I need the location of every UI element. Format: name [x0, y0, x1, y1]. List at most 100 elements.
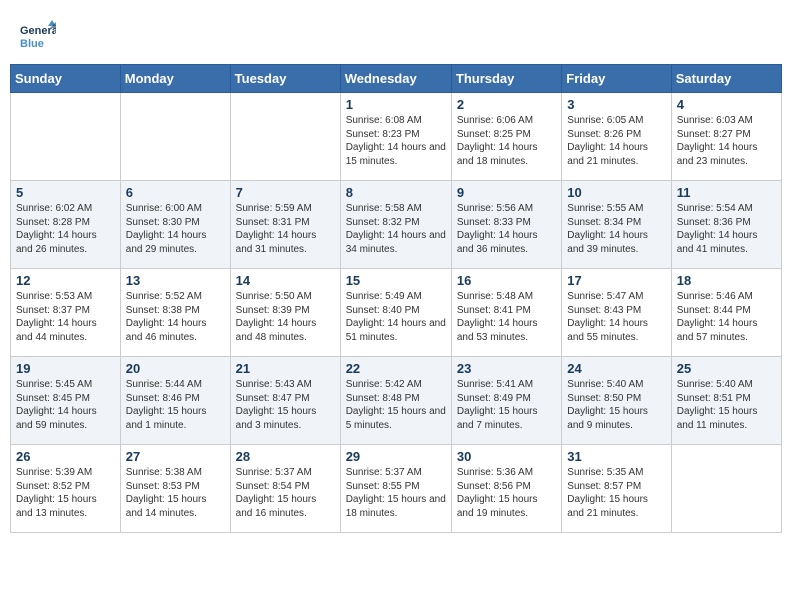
- calendar-cell: 17 Sunrise: 5:47 AM Sunset: 8:43 PM Dayli…: [562, 269, 671, 357]
- logo-icon: General Blue: [20, 18, 56, 54]
- page-header: General Blue: [10, 10, 782, 58]
- day-info: Sunrise: 5:36 AM Sunset: 8:56 PM Dayligh…: [457, 466, 556, 520]
- day-info: Sunrise: 5:58 AM Sunset: 8:32 PM Dayligh…: [346, 202, 446, 256]
- day-info: Sunrise: 6:03 AM Sunset: 8:27 PM Dayligh…: [677, 114, 776, 168]
- day-number: 5: [16, 185, 115, 200]
- svg-text:General: General: [20, 25, 56, 37]
- day-info: Sunrise: 5:54 AM Sunset: 8:36 PM Dayligh…: [677, 202, 776, 256]
- day-number: 4: [677, 97, 776, 112]
- day-info: Sunrise: 5:59 AM Sunset: 8:31 PM Dayligh…: [236, 202, 335, 256]
- day-number: 3: [567, 97, 665, 112]
- day-number: 10: [567, 185, 665, 200]
- calendar-cell: 12 Sunrise: 5:53 AM Sunset: 8:37 PM Dayli…: [11, 269, 121, 357]
- day-number: 18: [677, 273, 776, 288]
- day-number: 1: [346, 97, 446, 112]
- day-number: 11: [677, 185, 776, 200]
- calendar-cell: [671, 445, 781, 533]
- day-number: 2: [457, 97, 556, 112]
- day-number: 21: [236, 361, 335, 376]
- day-info: Sunrise: 6:05 AM Sunset: 8:26 PM Dayligh…: [567, 114, 665, 168]
- day-number: 13: [126, 273, 225, 288]
- day-info: Sunrise: 5:50 AM Sunset: 8:39 PM Dayligh…: [236, 290, 335, 344]
- calendar-cell: 19 Sunrise: 5:45 AM Sunset: 8:45 PM Dayli…: [11, 357, 121, 445]
- day-number: 31: [567, 449, 665, 464]
- calendar-cell: 20 Sunrise: 5:44 AM Sunset: 8:46 PM Dayli…: [120, 357, 230, 445]
- day-info: Sunrise: 5:53 AM Sunset: 8:37 PM Dayligh…: [16, 290, 115, 344]
- day-info: Sunrise: 5:38 AM Sunset: 8:53 PM Dayligh…: [126, 466, 225, 520]
- day-number: 25: [677, 361, 776, 376]
- day-number: 22: [346, 361, 446, 376]
- day-number: 23: [457, 361, 556, 376]
- day-info: Sunrise: 5:35 AM Sunset: 8:57 PM Dayligh…: [567, 466, 665, 520]
- calendar-cell: 13 Sunrise: 5:52 AM Sunset: 8:38 PM Dayli…: [120, 269, 230, 357]
- calendar-cell: 23Sunrise: 5:41 AM Sunset: 8:49 PM Dayli…: [451, 357, 561, 445]
- calendar-cell: 26 Sunrise: 5:39 AM Sunset: 8:52 PM Dayli…: [11, 445, 121, 533]
- calendar-table: SundayMondayTuesdayWednesdayThursdayFrid…: [10, 64, 782, 533]
- calendar-week-row: 12 Sunrise: 5:53 AM Sunset: 8:37 PM Dayli…: [11, 269, 782, 357]
- day-info: Sunrise: 6:00 AM Sunset: 8:30 PM Dayligh…: [126, 202, 225, 256]
- calendar-cell: 14 Sunrise: 5:50 AM Sunset: 8:39 PM Dayli…: [230, 269, 340, 357]
- day-info: Sunrise: 5:44 AM Sunset: 8:46 PM Dayligh…: [126, 378, 225, 432]
- day-number: 29: [346, 449, 446, 464]
- calendar-week-row: 1 Sunrise: 6:08 AM Sunset: 8:23 PM Daylig…: [11, 93, 782, 181]
- calendar-cell: 15 Sunrise: 5:49 AM Sunset: 8:40 PM Dayli…: [340, 269, 451, 357]
- calendar-cell: 31 Sunrise: 5:35 AM Sunset: 8:57 PM Dayli…: [562, 445, 671, 533]
- calendar-cell: 2Sunrise: 6:06 AM Sunset: 8:25 PM Daylig…: [451, 93, 561, 181]
- svg-text:Blue: Blue: [20, 38, 44, 50]
- calendar-cell: 8Sunrise: 5:58 AM Sunset: 8:32 PM Daylig…: [340, 181, 451, 269]
- weekday-header-friday: Friday: [562, 65, 671, 93]
- calendar-cell: 22Sunrise: 5:42 AM Sunset: 8:48 PM Dayli…: [340, 357, 451, 445]
- logo: General Blue: [20, 18, 56, 54]
- calendar-cell: 18 Sunrise: 5:46 AM Sunset: 8:44 PM Dayli…: [671, 269, 781, 357]
- weekday-header-tuesday: Tuesday: [230, 65, 340, 93]
- calendar-cell: 11 Sunrise: 5:54 AM Sunset: 8:36 PM Dayli…: [671, 181, 781, 269]
- day-info: Sunrise: 5:48 AM Sunset: 8:41 PM Dayligh…: [457, 290, 556, 344]
- calendar-cell: [11, 93, 121, 181]
- calendar-cell: [230, 93, 340, 181]
- day-number: 28: [236, 449, 335, 464]
- day-info: Sunrise: 5:37 AM Sunset: 8:55 PM Dayligh…: [346, 466, 446, 520]
- calendar-cell: 6 Sunrise: 6:00 AM Sunset: 8:30 PM Daylig…: [120, 181, 230, 269]
- calendar-cell: [120, 93, 230, 181]
- day-info: Sunrise: 5:49 AM Sunset: 8:40 PM Dayligh…: [346, 290, 446, 344]
- calendar-cell: 3 Sunrise: 6:05 AM Sunset: 8:26 PM Daylig…: [562, 93, 671, 181]
- day-info: Sunrise: 5:47 AM Sunset: 8:43 PM Dayligh…: [567, 290, 665, 344]
- day-info: Sunrise: 6:08 AM Sunset: 8:23 PM Dayligh…: [346, 114, 446, 168]
- day-info: Sunrise: 5:46 AM Sunset: 8:44 PM Dayligh…: [677, 290, 776, 344]
- day-number: 19: [16, 361, 115, 376]
- day-number: 15: [346, 273, 446, 288]
- day-number: 26: [16, 449, 115, 464]
- calendar-cell: 4 Sunrise: 6:03 AM Sunset: 8:27 PM Daylig…: [671, 93, 781, 181]
- day-info: Sunrise: 6:02 AM Sunset: 8:28 PM Dayligh…: [16, 202, 115, 256]
- day-number: 17: [567, 273, 665, 288]
- calendar-cell: 29 Sunrise: 5:37 AM Sunset: 8:55 PM Dayli…: [340, 445, 451, 533]
- day-info: Sunrise: 5:52 AM Sunset: 8:38 PM Dayligh…: [126, 290, 225, 344]
- day-info: Sunrise: 5:56 AM Sunset: 8:33 PM Dayligh…: [457, 202, 556, 256]
- day-info: Sunrise: 5:55 AM Sunset: 8:34 PM Dayligh…: [567, 202, 665, 256]
- calendar-cell: 25 Sunrise: 5:40 AM Sunset: 8:51 PM Dayli…: [671, 357, 781, 445]
- weekday-header-wednesday: Wednesday: [340, 65, 451, 93]
- day-info: Sunrise: 5:37 AM Sunset: 8:54 PM Dayligh…: [236, 466, 335, 520]
- day-info: Sunrise: 5:45 AM Sunset: 8:45 PM Dayligh…: [16, 378, 115, 432]
- day-info: Sunrise: 5:39 AM Sunset: 8:52 PM Dayligh…: [16, 466, 115, 520]
- day-number: 27: [126, 449, 225, 464]
- day-number: 20: [126, 361, 225, 376]
- day-number: 30: [457, 449, 556, 464]
- day-number: 6: [126, 185, 225, 200]
- calendar-cell: 16Sunrise: 5:48 AM Sunset: 8:41 PM Dayli…: [451, 269, 561, 357]
- calendar-cell: 9Sunrise: 5:56 AM Sunset: 8:33 PM Daylig…: [451, 181, 561, 269]
- calendar-cell: 1 Sunrise: 6:08 AM Sunset: 8:23 PM Daylig…: [340, 93, 451, 181]
- day-number: 24: [567, 361, 665, 376]
- calendar-cell: 5 Sunrise: 6:02 AM Sunset: 8:28 PM Daylig…: [11, 181, 121, 269]
- day-info: Sunrise: 5:43 AM Sunset: 8:47 PM Dayligh…: [236, 378, 335, 432]
- calendar-cell: 21 Sunrise: 5:43 AM Sunset: 8:47 PM Dayli…: [230, 357, 340, 445]
- weekday-header-saturday: Saturday: [671, 65, 781, 93]
- day-info: Sunrise: 5:40 AM Sunset: 8:51 PM Dayligh…: [677, 378, 776, 432]
- calendar-cell: 24 Sunrise: 5:40 AM Sunset: 8:50 PM Dayli…: [562, 357, 671, 445]
- calendar-cell: 27 Sunrise: 5:38 AM Sunset: 8:53 PM Dayli…: [120, 445, 230, 533]
- day-info: Sunrise: 5:40 AM Sunset: 8:50 PM Dayligh…: [567, 378, 665, 432]
- calendar-week-row: 19 Sunrise: 5:45 AM Sunset: 8:45 PM Dayli…: [11, 357, 782, 445]
- day-number: 12: [16, 273, 115, 288]
- calendar-week-row: 5 Sunrise: 6:02 AM Sunset: 8:28 PM Daylig…: [11, 181, 782, 269]
- day-number: 14: [236, 273, 335, 288]
